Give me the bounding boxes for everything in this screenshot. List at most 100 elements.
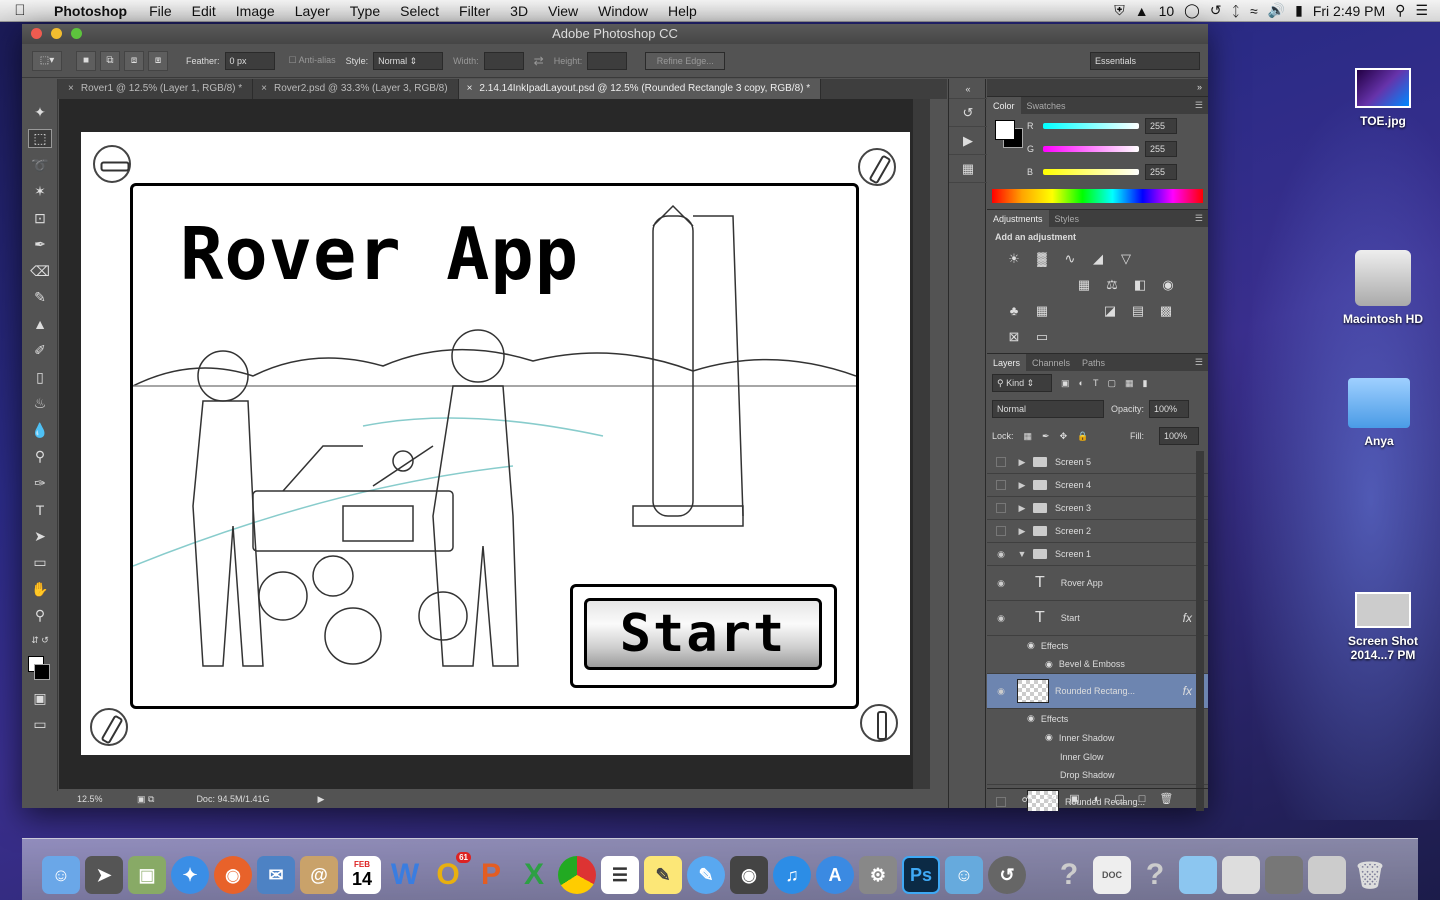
start-button[interactable]: Start (584, 598, 822, 670)
color-lookup-icon[interactable]: ▦ (1033, 303, 1051, 319)
rectangle-tool-icon[interactable]: ▭ (22, 550, 58, 577)
actions-panel-icon[interactable]: ▶ (949, 127, 987, 155)
crop-tool-icon[interactable]: ⊡ (22, 205, 58, 232)
visibility-toggle[interactable] (996, 480, 1006, 490)
r-slider[interactable] (1043, 122, 1139, 129)
status-menu-arrow-icon[interactable]: ▶ (317, 794, 324, 805)
app-menu[interactable]: Photoshop (40, 3, 139, 19)
layer-row-screen4[interactable]: ▶ Screen 4 (987, 474, 1208, 497)
adobe-icon[interactable]: ▲ (1135, 3, 1149, 19)
g-input[interactable]: 255 (1145, 140, 1177, 157)
layer-row-start[interactable]: ◉ T Start fx (987, 601, 1208, 636)
zoom-level[interactable]: 12.5% (77, 794, 123, 804)
healing-brush-icon[interactable]: ⌫ (22, 258, 58, 285)
clock[interactable]: Fri 2:49 PM (1313, 3, 1385, 19)
word-icon[interactable]: W (386, 856, 424, 894)
effect-inner-shadow[interactable]: ◉ Inner Shadow (987, 728, 1208, 747)
effect-inner-glow[interactable]: Inner Glow (987, 747, 1208, 766)
panel-menu-icon[interactable]: ☰ (1195, 357, 1208, 368)
marquee-tool-icon[interactable]: ⬚ (22, 126, 58, 153)
fill-input[interactable]: 100% (1159, 427, 1199, 445)
photoshop-icon[interactable]: Ps (902, 856, 940, 894)
tab-rover2[interactable]: × Rover2.psd @ 33.3% (Layer 3, RGB/8) (253, 79, 459, 99)
add-mask-icon[interactable]: ▣ (1069, 792, 1079, 805)
filter-adjust-icon[interactable]: ◐ (1079, 378, 1084, 388)
new-selection-icon[interactable]: ■ (76, 50, 96, 71)
battery-icon[interactable]: ▮ (1295, 2, 1303, 19)
zoom-tool-icon[interactable]: ⚲ (22, 603, 58, 630)
trash-icon[interactable]: 🗑 (1159, 792, 1173, 805)
history-panel-icon[interactable]: ↺ (949, 99, 987, 127)
document-icon[interactable]: DOC (1093, 856, 1131, 894)
eye-icon[interactable]: ◉ (1045, 659, 1053, 670)
status-info-icon[interactable]: ▣ ⧉ (137, 794, 154, 805)
safari-icon[interactable]: ✦ (171, 856, 209, 894)
eye-icon[interactable]: ◉ (1045, 732, 1053, 743)
pen-tool-icon[interactable]: ✑ (22, 470, 58, 497)
layer-row-screen1[interactable]: ◉ ▼ Screen 1 (987, 543, 1208, 566)
screen-mode-icon[interactable]: ▭ (22, 712, 58, 739)
new-layer-icon[interactable]: □ (1139, 793, 1146, 805)
tab-channels[interactable]: Channels (1026, 354, 1076, 372)
shield-icon[interactable]: ⛨ (1114, 2, 1125, 19)
menu-3d[interactable]: 3D (500, 3, 538, 19)
zoom-window-button[interactable] (71, 28, 82, 39)
posterize-icon[interactable]: ▤ (1129, 303, 1147, 319)
finder-icon[interactable]: ☺ (42, 856, 80, 894)
close-tab-icon[interactable]: × (467, 83, 473, 94)
effects-row[interactable]: ◉ Effects (987, 636, 1208, 655)
opacity-input[interactable]: 100% (1149, 400, 1190, 418)
quick-mask-icon[interactable]: ▣ (22, 685, 58, 712)
menu-help[interactable]: Help (658, 3, 707, 19)
antialias-checkbox[interactable]: ☐ Anti-alias (289, 55, 336, 66)
canvas-area[interactable]: Rover App Start (59, 99, 930, 789)
eraser-icon[interactable]: ▯ (22, 364, 58, 391)
background-color[interactable] (34, 664, 50, 680)
close-tab-icon[interactable]: × (261, 83, 267, 94)
lock-pixels-icon[interactable]: ✒ (1042, 431, 1050, 442)
filter-type-icon[interactable]: T (1093, 378, 1099, 388)
bluetooth-icon[interactable]: ᛨ (1232, 3, 1240, 19)
desktop-icon-macintosh-hd[interactable]: Macintosh HD (1335, 250, 1431, 326)
hue-saturation-icon[interactable]: ▦ (1075, 277, 1093, 293)
stack-icon[interactable] (1222, 856, 1260, 894)
b-slider[interactable] (1043, 168, 1139, 175)
reminders-icon[interactable]: ☰ (601, 856, 639, 894)
eyedropper-icon[interactable]: ✒ (22, 232, 58, 259)
layer-row-screen3[interactable]: ▶ Screen 3 (987, 497, 1208, 520)
threshold-icon[interactable]: ▩ (1157, 303, 1175, 319)
mail-icon[interactable]: ✉ (257, 856, 295, 894)
eye-icon[interactable]: ◉ (987, 549, 1015, 560)
unknown-app-icon[interactable]: ? (1136, 856, 1174, 894)
launchpad-icon[interactable]: ➤ (85, 856, 123, 894)
blur-tool-icon[interactable]: 💧 (22, 417, 58, 444)
type-tool-icon[interactable]: T (22, 497, 58, 524)
filter-pixel-icon[interactable]: ▣ (1061, 378, 1070, 389)
hand-tool-icon[interactable]: ✋ (22, 576, 58, 603)
fx-icon[interactable]: fx (1183, 684, 1192, 698)
eye-icon[interactable]: ◉ (1027, 713, 1035, 724)
spotlight-icon[interactable]: ⚲ (1395, 2, 1405, 19)
time-machine-icon[interactable]: ↺ (1210, 2, 1222, 19)
fx-icon[interactable]: fx (1183, 611, 1192, 625)
folder-icon[interactable] (1179, 856, 1217, 894)
expand-arrow-icon[interactable]: ▶ (1015, 526, 1029, 537)
stamp-tool-icon[interactable]: ▲ (22, 311, 58, 338)
tab-layers[interactable]: Layers (987, 353, 1027, 372)
itunes-icon[interactable]: ♫ (773, 856, 811, 894)
invert-icon[interactable]: ◪ (1101, 303, 1119, 319)
desktop-icon-toe[interactable]: TOE.jpg (1350, 68, 1416, 128)
layer-row-screen5[interactable]: ▶ Screen 5 (987, 451, 1208, 474)
g-slider[interactable] (1043, 145, 1139, 152)
menu-image[interactable]: Image (226, 3, 285, 19)
expand-arrow-icon[interactable]: ▶ (1015, 457, 1029, 468)
layer-row-rover-app[interactable]: ◉ T Rover App (987, 566, 1208, 601)
visibility-toggle[interactable] (996, 503, 1006, 513)
lasso-tool-icon[interactable]: ➰ (22, 152, 58, 179)
filter-shape-icon[interactable]: ▢ (1107, 378, 1116, 389)
eye-icon[interactable]: ◉ (987, 686, 1015, 697)
menu-file[interactable]: File (139, 3, 182, 19)
visibility-toggle[interactable] (996, 457, 1006, 467)
tab-adjustments[interactable]: Adjustments (987, 209, 1049, 228)
subtract-selection-icon[interactable]: ⧈ (124, 50, 144, 71)
